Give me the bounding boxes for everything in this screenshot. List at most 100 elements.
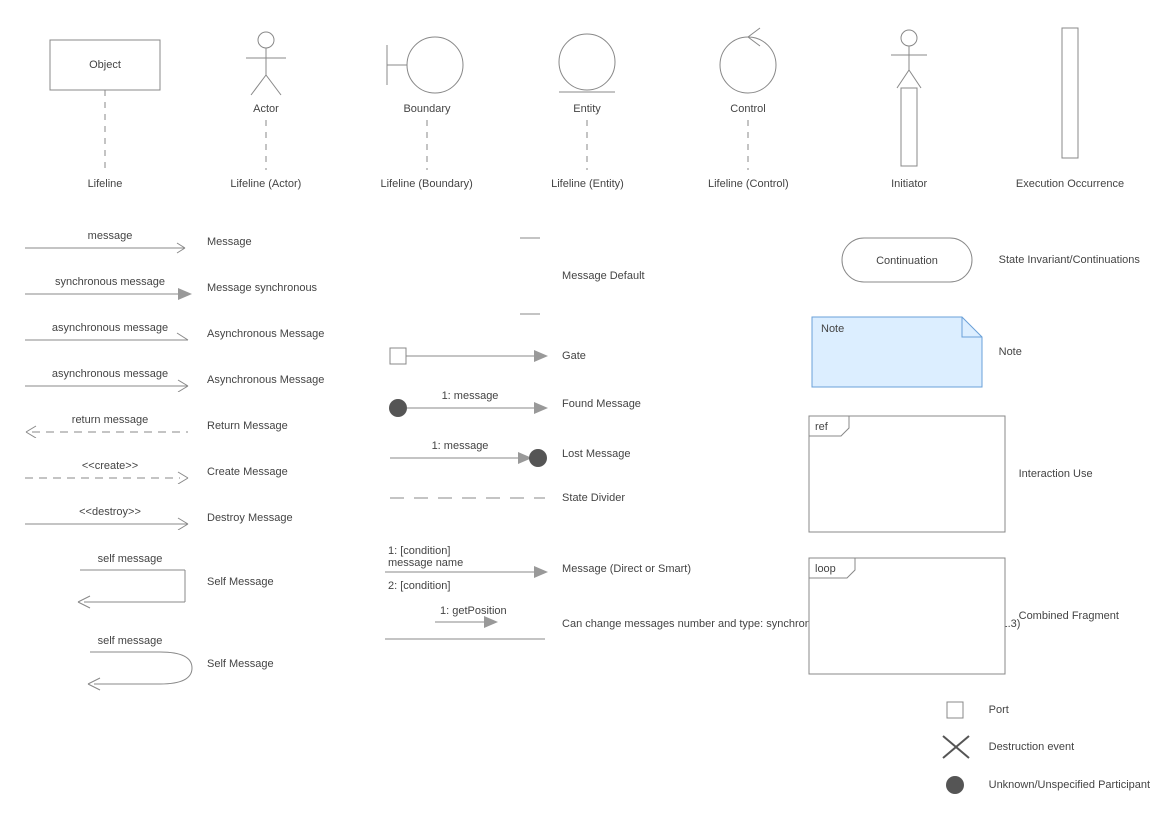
control-icon: Control [698,20,798,170]
row-dash1 [380,230,742,246]
lifeline-initiator: Initiator [834,20,984,190]
row-message-default: Message Default [380,268,742,284]
self1-arrow-icon: self message [20,552,195,612]
lifeline-control: Control Lifeline (Control) [673,20,823,190]
self2-arrow-icon: self message [20,634,195,694]
row-unknown: Unknown/Unspecified Participant [937,772,1155,798]
interaction-use-icon: ref [807,414,1007,534]
blank-icon [380,268,550,284]
row-change-messages: 1: getPosition Can change messages numbe… [380,604,742,644]
async2-arrow-icon: asynchronous message [20,368,195,392]
note-icon: Note [807,312,987,392]
lifeline-entity-label: Lifeline (Entity) [551,178,624,190]
row-self1-message: self message Self Message [20,552,350,612]
port-label: Port [989,704,1009,716]
boundary-icon: Boundary [367,20,487,170]
self1-label: Self Message [207,576,274,588]
return-label: Return Message [207,420,288,432]
sync-arrow-icon: synchronous message [20,276,195,300]
row-lost-message: 1: message Lost Message [380,440,742,468]
continuation-label: State Invariant/Continuations [999,254,1140,266]
row-sync-message: synchronous message Message synchronous [20,276,350,300]
create-label: Create Message [207,466,288,478]
svg-text:Note: Note [821,323,844,335]
async-arrow-icon: asynchronous message [20,322,195,346]
lifeline-boundary-label: Lifeline (Boundary) [380,178,472,190]
message-label: Message [207,236,252,248]
row-create-message: <<create>> Create Message [20,460,350,484]
lifeline-object-label: Lifeline [88,178,123,190]
actor-icon: Actor [216,20,316,170]
destruction-label: Destruction event [989,741,1075,753]
row-destroy-message: <<destroy>> Destroy Message [20,506,350,530]
unknown-icon [937,772,977,798]
interaction-use-label: Interaction Use [1019,468,1093,480]
row-combined-fragment: loop Combined Fragment [807,556,1155,676]
lifeline-initiator-label: Initiator [891,178,927,190]
destroy-arrow-icon: <<destroy>> [20,506,195,530]
row-message: message Message [20,230,350,254]
create-arrow-icon: <<create>> [20,460,195,484]
object-icon: Object [40,20,170,170]
lifelines-row: Object Lifeline Actor Lifeline (Actor) B… [20,20,1155,200]
row-note: Note Note [807,312,1155,392]
dash-icon [380,230,550,246]
row-async-message: asynchronous message Asynchronous Messag… [20,322,350,346]
return-arrow-icon: return message [20,414,195,438]
gate-label: Gate [562,350,586,362]
self2-label: Self Message [207,658,274,670]
row-continuation: Continuation State Invariant/Continuatio… [807,230,1155,290]
lifeline-actor-label: Lifeline (Actor) [230,178,301,190]
destruction-icon [937,732,977,762]
svg-text:1: [condition]: 1: [condition] [388,545,450,557]
svg-text:Continuation: Continuation [876,255,938,267]
async-label: Asynchronous Message [207,328,324,340]
lost-label: Lost Message [562,448,630,460]
svg-text:1: message: 1: message [442,390,499,402]
direct-message-icon: 1: [condition] message name 2: [conditio… [380,544,550,594]
svg-text:<<create>>: <<create>> [82,460,138,472]
change-message-icon: 1: getPosition [380,604,550,644]
lifeline-execution-label: Execution Occurrence [1016,178,1124,190]
row-async2-message: asynchronous message Asynchronous Messag… [20,368,350,392]
svg-text:2: [condition]: 2: [condition] [388,580,450,592]
row-destruction: Destruction event [937,732,1155,762]
row-gate: Gate [380,344,742,368]
lifeline-execution: Execution Occurrence [995,20,1145,190]
lost-icon: 1: message [380,440,550,468]
svg-text:loop: loop [815,563,836,575]
direct-label: Message (Direct or Smart) [562,563,691,575]
center-column: Message Default Gate 1: message [380,230,742,808]
message-default-label: Message Default [562,270,645,282]
svg-text:1: getPosition: 1: getPosition [440,605,507,617]
lifeline-entity: Entity Lifeline (Entity) [512,20,662,190]
combined-fragment-icon: loop [807,556,1007,676]
dash2-icon [380,306,550,322]
row-port: Port [937,698,1155,722]
svg-text:message name: message name [388,557,463,569]
lifeline-boundary: Boundary Lifeline (Boundary) [352,20,502,190]
lifeline-control-label: Lifeline (Control) [708,178,789,190]
svg-text:self message: self message [98,635,163,647]
row-self2-message: self message Self Message [20,634,350,694]
lower-section: message Message synchronous message Mess… [20,230,1155,808]
object-box-text: Object [89,59,121,71]
destroy-label: Destroy Message [207,512,293,524]
note-label: Note [999,346,1022,358]
messages-column: message Message synchronous message Mess… [20,230,350,808]
row-found-message: 1: message Found Message [380,390,742,418]
lifeline-actor: Actor Lifeline (Actor) [191,20,341,190]
row-interaction-use: ref Interaction Use [807,414,1155,534]
row-dash2 [380,306,742,322]
right-column: Continuation State Invariant/Continuatio… [807,230,1155,808]
found-label: Found Message [562,398,641,410]
async2-label: Asynchronous Message [207,374,324,386]
found-icon: 1: message [380,390,550,418]
entity-icon: Entity [537,20,637,170]
lifeline-object: Object Lifeline [30,20,180,190]
svg-text:return message: return message [72,414,148,426]
initiator-icon [859,20,959,170]
svg-text:1: message: 1: message [432,440,489,452]
svg-text:asynchronous message: asynchronous message [52,322,168,334]
row-state-divider: State Divider [380,490,742,506]
